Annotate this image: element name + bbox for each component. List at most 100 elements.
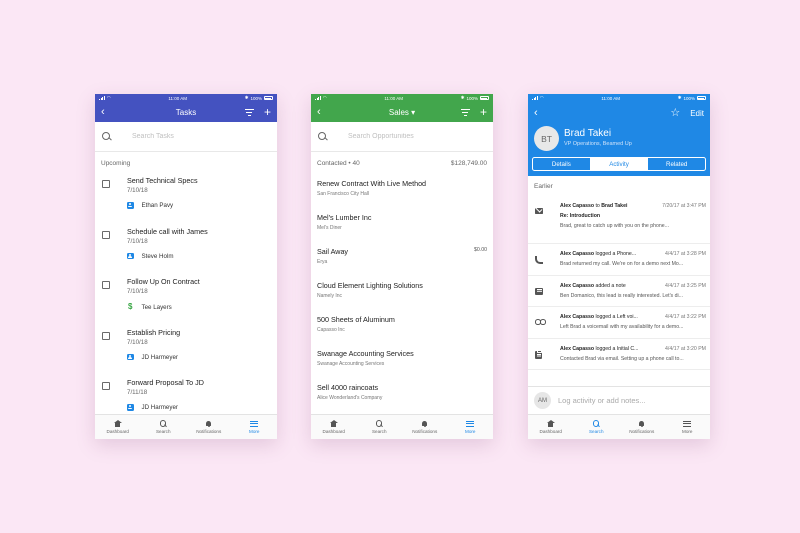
activity-list: Alex Capasso to Brad Takei 7/20/17 at 3:… bbox=[528, 196, 710, 370]
filter-icon[interactable] bbox=[460, 108, 470, 116]
activity-actor: Alex Capasso bbox=[560, 314, 595, 320]
tab-notifications[interactable]: Notifications bbox=[619, 415, 665, 439]
tasks-screen: ◠ 11:00 AM ✱ 100% ‹ Tasks + Upcoming Sen bbox=[95, 94, 277, 439]
tab-more[interactable]: More bbox=[665, 415, 711, 439]
list-item[interactable]: Mel's Lumber Inc Mel's Diner bbox=[311, 206, 493, 240]
activity-item[interactable]: Alex Capasso logged a Left voi... 4/4/17… bbox=[528, 307, 710, 339]
wifi-icon: ◠ bbox=[539, 95, 544, 100]
search-input[interactable] bbox=[120, 133, 270, 140]
menu-icon bbox=[466, 420, 475, 427]
tab-label: More bbox=[249, 429, 260, 434]
signal-wifi: ◠ bbox=[99, 95, 111, 101]
phone-icon bbox=[535, 256, 543, 264]
tab-notifications[interactable]: Notifications bbox=[186, 415, 232, 439]
activity-time: 4/4/17 at 3:20 PM bbox=[665, 345, 706, 352]
search-input[interactable] bbox=[336, 133, 486, 140]
section-header: Contacted • 40 $128,749.00 bbox=[311, 152, 493, 167]
mail-icon bbox=[535, 208, 543, 216]
task-checkbox[interactable] bbox=[102, 230, 110, 239]
task-list: Send Technical Specs 7/10/18 Ethan Pavy … bbox=[95, 169, 277, 422]
tab-related[interactable]: Related bbox=[648, 158, 705, 170]
tab-dashboard[interactable]: Dashboard bbox=[95, 415, 141, 439]
list-item[interactable]: 500 Sheets of Aluminum Capasso Inc bbox=[311, 308, 493, 342]
tab-search[interactable]: Search bbox=[357, 415, 403, 439]
task-date: 7/10/18 bbox=[127, 237, 148, 245]
activity-time: 4/4/17 at 3:28 PM bbox=[665, 251, 706, 257]
tab-activity[interactable]: Activity bbox=[590, 158, 649, 170]
list-item[interactable]: Sell 4000 raincoats Alice Wonderland's C… bbox=[311, 376, 493, 410]
list-item[interactable]: Swanage Accounting Services Swanage Acco… bbox=[311, 342, 493, 376]
tab-search[interactable]: Search bbox=[574, 415, 620, 439]
tab-dashboard[interactable]: Dashboard bbox=[311, 415, 357, 439]
bluetooth-icon: ✱ bbox=[460, 95, 465, 100]
filter-icon[interactable] bbox=[244, 108, 254, 116]
edit-button[interactable]: Edit bbox=[690, 109, 704, 118]
task-owner: JD Harmeyer bbox=[127, 404, 277, 411]
opportunity-title: Sell 4000 raincoats bbox=[317, 383, 379, 392]
battery-percent: 100% bbox=[683, 95, 695, 101]
activity-actor: Alex Capasso bbox=[560, 282, 595, 289]
avatar: BT bbox=[534, 126, 559, 151]
add-task-button[interactable]: + bbox=[264, 106, 271, 118]
tab-dashboard[interactable]: Dashboard bbox=[528, 415, 574, 439]
section-header: Earlier bbox=[528, 176, 710, 196]
status-time: 11:00 AM bbox=[384, 95, 404, 101]
back-button[interactable]: ‹ bbox=[317, 106, 329, 118]
tab-bar: Dashboard Search Notifications More bbox=[528, 414, 710, 439]
status-bar: ◠ 11:00 AM ✱ 100% bbox=[528, 94, 710, 102]
tab-label: Search bbox=[155, 429, 171, 434]
activity-time: 4/4/17 at 3:22 PM bbox=[665, 314, 706, 320]
list-item[interactable]: Schedule call with James 7/10/18 Steve H… bbox=[95, 220, 277, 271]
task-title: Send Technical Specs bbox=[127, 176, 198, 185]
signal-icon bbox=[315, 96, 321, 100]
status-right: ✱ 100% bbox=[245, 95, 273, 101]
list-item[interactable]: Renew Contract With Live Method San Fran… bbox=[311, 172, 493, 206]
nav-actions: + bbox=[244, 106, 271, 118]
signal-icon bbox=[532, 96, 538, 100]
star-icon[interactable]: ☆ bbox=[670, 107, 680, 119]
dollar-icon: $ bbox=[128, 302, 133, 311]
opportunity-account: Namely Inc bbox=[317, 292, 343, 299]
activity-body: Brad, great to catch up with you on the … bbox=[560, 222, 670, 229]
activity-body: Contacted Brad via email. Setting up a p… bbox=[560, 355, 684, 362]
back-button[interactable]: ‹ bbox=[101, 106, 113, 118]
list-item[interactable]: Sail Away Erya $0.00 bbox=[311, 240, 493, 274]
search-bar bbox=[311, 122, 493, 152]
back-button[interactable]: ‹ bbox=[534, 107, 546, 119]
list-item[interactable]: Send Technical Specs 7/10/18 Ethan Pavy bbox=[95, 169, 277, 220]
activity-item[interactable]: Alex Capasso added a note 4/4/17 at 3:25… bbox=[528, 276, 710, 307]
task-checkbox[interactable] bbox=[102, 331, 110, 340]
tab-notifications[interactable]: Notifications bbox=[402, 415, 448, 439]
signal-icon bbox=[99, 96, 105, 100]
note-icon bbox=[535, 287, 543, 296]
task-date: 7/11/18 bbox=[127, 389, 148, 396]
status-time: 11:00 AM bbox=[601, 95, 621, 101]
list-item[interactable]: Cloud Element Lighting Solutions Namely … bbox=[311, 274, 493, 308]
tab-more[interactable]: More bbox=[448, 415, 494, 439]
activity-item[interactable]: Alex Capasso to Brad Takei 7/20/17 at 3:… bbox=[528, 196, 710, 244]
log-activity-input[interactable] bbox=[558, 396, 704, 405]
search-icon bbox=[375, 420, 383, 427]
person-icon bbox=[127, 202, 134, 209]
list-item[interactable]: Follow Up On Contract 7/10/18 $ Tee Laye… bbox=[95, 270, 277, 321]
voicemail-icon bbox=[535, 319, 546, 327]
tab-details[interactable]: Details bbox=[533, 158, 591, 170]
task-checkbox[interactable] bbox=[102, 281, 110, 289]
activity-header: Alex Capasso added a note 4/4/17 at 3:25… bbox=[560, 283, 706, 289]
activity-item[interactable]: Alex Capasso logged a Initial C... 4/4/1… bbox=[528, 339, 710, 370]
segmented-control: Details Activity Related bbox=[532, 157, 706, 171]
tab-search[interactable]: Search bbox=[141, 415, 187, 439]
activity-verb: logged a Left voi... bbox=[594, 314, 638, 320]
tab-label: Dashboard bbox=[539, 429, 562, 434]
activity-body: Ben Domanico, this lead is really intere… bbox=[560, 292, 683, 299]
task-checkbox[interactable] bbox=[102, 382, 110, 390]
add-opportunity-button[interactable]: + bbox=[480, 106, 487, 118]
activity-header: Alex Capasso to Brad Takei 7/20/17 at 3:… bbox=[560, 203, 706, 209]
task-checkbox[interactable] bbox=[102, 180, 110, 188]
person-icon bbox=[127, 353, 134, 361]
list-item[interactable]: Establish Pricing 7/10/18 JD Harmeyer bbox=[95, 321, 277, 372]
tab-more[interactable]: More bbox=[232, 415, 278, 439]
activity-item[interactable]: Alex Capasso logged a Phone... 4/4/17 at… bbox=[528, 244, 710, 276]
task-owner: Steve Holm bbox=[127, 253, 277, 260]
opportunity-title: 500 Sheets of Aluminum bbox=[317, 315, 395, 324]
